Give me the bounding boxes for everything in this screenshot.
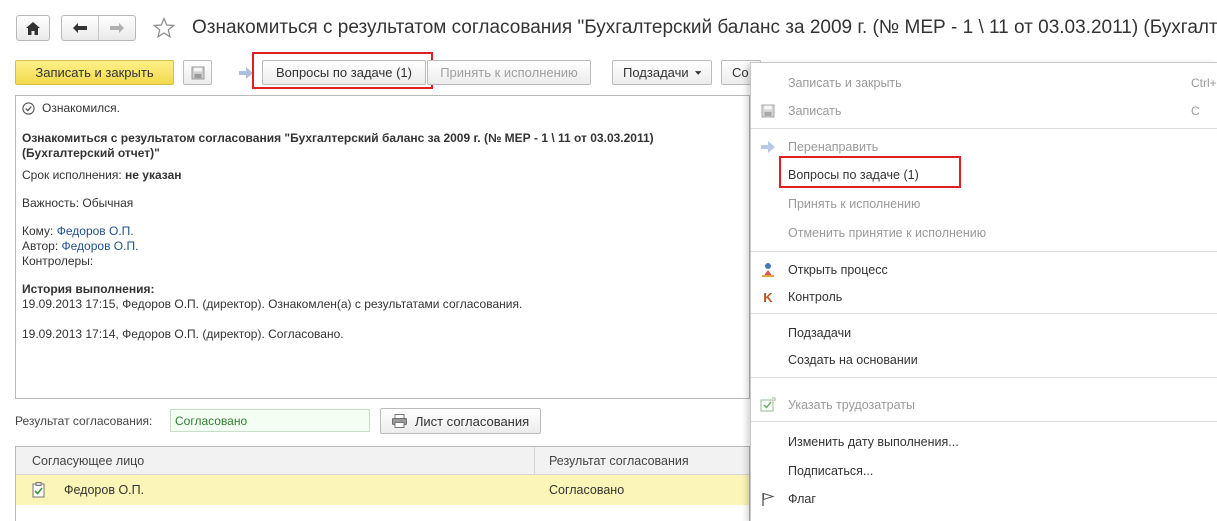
star-icon — [152, 16, 176, 39]
author-line: Автор: Федоров О.П. — [22, 239, 138, 253]
accept-button[interactable]: Принять к исполнению — [427, 60, 591, 85]
column-header-person[interactable]: Согласующее лицо — [32, 454, 144, 468]
menu-item-label: Подписаться... — [788, 464, 874, 478]
menu-item-label: Изменить дату выполнения... — [788, 435, 959, 449]
menu-shortcut: Ctrl+ — [1191, 76, 1217, 90]
menu-separator — [751, 421, 1217, 422]
cell-result: Согласовано — [549, 483, 625, 497]
menu-item-label: Открыть процесс — [788, 263, 888, 277]
menu-item-cancel-accept[interactable]: Отменить принятие к исполнению — [751, 220, 1217, 246]
importance-line: Важность: Обычная — [22, 196, 134, 210]
menu-item-subscribe[interactable]: Подписаться... — [751, 458, 1217, 484]
approval-sheet-label: Лист согласования — [414, 413, 530, 429]
deadline-value: не указан — [125, 168, 182, 182]
menu-item-subtasks[interactable]: Подзадачи — [751, 320, 1217, 346]
menu-item-control[interactable]: K Контроль — [751, 284, 1217, 310]
save-button[interactable] — [183, 60, 212, 85]
menu-item-label: Принять к исполнению — [788, 197, 921, 211]
menu-item-write-close[interactable]: Записать и закрыть Ctrl+ — [751, 70, 1217, 96]
recipient-line: Кому: Федоров О.П. — [22, 224, 134, 238]
menu-item-label: Записать — [788, 104, 842, 118]
author-label: Автор: — [22, 239, 59, 253]
menu-separator — [751, 251, 1217, 252]
menu-item-flag[interactable]: Флаг — [751, 486, 1217, 512]
history-title: История выполнения: — [22, 282, 155, 296]
process-icon — [760, 262, 776, 278]
table-row[interactable]: Федоров О.П. Согласовано — [16, 475, 749, 505]
menu-item-label: Записать и закрыть — [788, 76, 902, 90]
task-heading-line1: Ознакомиться с результатом согласования … — [22, 131, 654, 145]
menu-item-label: Контроль — [788, 290, 843, 304]
menu-separator — [751, 313, 1217, 314]
status-line: Ознакомился. — [22, 101, 120, 115]
result-label: Результат согласования: — [15, 414, 153, 428]
menu-shortcut: C — [1191, 104, 1200, 118]
back-button[interactable] — [62, 16, 99, 40]
forward-arrow-icon — [109, 23, 124, 33]
menu-item-change-date[interactable]: Изменить дату выполнения... — [751, 429, 1217, 455]
menu-separator — [751, 128, 1217, 129]
forward-button[interactable] — [99, 16, 136, 40]
menu-item-label: Создать на основании — [788, 353, 918, 367]
subtasks-button[interactable]: Подзадачи — [612, 60, 712, 85]
recipient-label: Кому: — [22, 224, 54, 238]
history-entry: 19.09.2013 17:15, Федоров О.П. (директор… — [22, 297, 523, 311]
menu-item-label: Флаг — [788, 492, 816, 506]
flag-icon — [760, 491, 776, 507]
status-text: Ознакомился. — [42, 101, 120, 115]
table-header: Согласующее лицо Результат согласования — [16, 447, 749, 475]
menu-item-label: Подзадачи — [788, 326, 852, 340]
history-entry: 19.09.2013 17:14, Федоров О.П. (директор… — [22, 327, 344, 341]
task-heading-line2: (Бухгалтерский отчет)" — [22, 146, 160, 160]
actions-dropdown-menu: Записать и закрыть Ctrl+ Записать C Пере… — [750, 62, 1217, 521]
menu-item-label: Отменить принятие к исполнению — [788, 226, 987, 240]
author-link[interactable]: Федоров О.П. — [62, 239, 139, 253]
cell-person: Федоров О.П. — [64, 483, 145, 497]
controllers-line: Контролеры: — [22, 254, 94, 268]
printer-icon — [391, 414, 407, 428]
task-description-panel: Ознакомился. Ознакомиться с результатом … — [15, 95, 750, 399]
menu-item-label: Перенаправить — [788, 140, 879, 154]
home-button[interactable] — [16, 15, 50, 41]
write-close-button[interactable]: Записать и закрыть — [15, 60, 174, 85]
menu-item-write[interactable]: Записать C — [751, 98, 1217, 124]
column-divider — [534, 447, 535, 475]
save-icon — [191, 66, 204, 79]
home-icon — [26, 21, 40, 35]
menu-item-accept[interactable]: Принять к исполнению — [751, 191, 1217, 217]
recipient-link[interactable]: Федоров О.П. — [57, 224, 134, 238]
highlight-box-menu-questions — [779, 156, 961, 188]
check-circle-icon — [22, 101, 35, 115]
subtasks-label: Подзадачи — [623, 65, 689, 80]
control-k-icon: K — [763, 289, 773, 305]
menu-separator — [751, 377, 1217, 378]
menu-item-create-based[interactable]: Создать на основании — [751, 347, 1217, 373]
approvers-table: Согласующее лицо Результат согласования … — [15, 446, 750, 521]
deadline-line: Срок исполнения: не указан — [22, 168, 182, 182]
redirect-arrow-icon — [239, 67, 253, 79]
save-icon — [760, 103, 776, 119]
highlight-box-questions — [252, 52, 433, 89]
page-title: Ознакомиться с результатом согласования … — [192, 17, 1217, 38]
menu-item-labor[interactable]: Указать трудозатраты — [751, 392, 1217, 418]
back-arrow-icon — [72, 23, 87, 33]
nav-buttons — [61, 15, 136, 41]
result-field[interactable]: Согласовано — [170, 409, 370, 432]
deadline-label: Срок исполнения: — [22, 168, 122, 182]
approval-doc-icon — [32, 482, 45, 498]
menu-item-open-process[interactable]: Открыть процесс — [751, 257, 1217, 283]
approval-sheet-button[interactable]: Лист согласования — [380, 408, 541, 434]
menu-item-label: Указать трудозатраты — [788, 398, 916, 412]
favorite-star-button[interactable] — [152, 16, 176, 39]
redirect-arrow-icon — [760, 139, 776, 155]
column-header-result[interactable]: Результат согласования — [549, 454, 689, 468]
labor-icon — [760, 397, 776, 413]
chevron-down-icon — [694, 70, 701, 75]
